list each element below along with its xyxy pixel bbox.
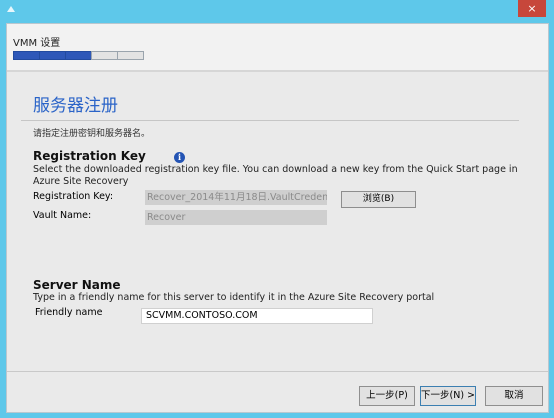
close-button[interactable]: ×: [518, 0, 546, 17]
vault-name-label: Vault Name:: [33, 210, 92, 221]
progress-segment: [117, 51, 144, 60]
setup-window: VMM 设置 服务器注册 请指定注册密钥和服务器名。 Registration …: [6, 23, 549, 413]
page-instruction: 请指定注册密钥和服务器名。: [33, 129, 151, 139]
progress-segment: [91, 51, 118, 60]
header-divider: [7, 70, 548, 72]
step-header: VMM 设置: [7, 24, 548, 70]
registration-key-field: Recover_2014年11月18日.VaultCredentials: [145, 190, 327, 205]
page-title: 服务器注册: [33, 96, 118, 116]
friendly-name-label: Friendly name: [35, 307, 103, 318]
footer-divider: [7, 371, 548, 372]
friendly-name-input[interactable]: SCVMM.CONTOSO.COM: [141, 308, 373, 324]
progress-segment: [65, 51, 92, 60]
vault-name-field: Recover: [145, 210, 327, 225]
progress-segment: [13, 51, 40, 60]
app-icon: [7, 6, 15, 12]
server-name-heading: Server Name: [33, 278, 121, 292]
cancel-button[interactable]: 取消: [485, 386, 543, 406]
info-icon[interactable]: i: [174, 152, 185, 163]
registration-key-description: Select the downloaded registration key f…: [33, 164, 518, 187]
progress-segment: [39, 51, 66, 60]
next-button[interactable]: 下一步(N) >: [420, 386, 476, 406]
back-button[interactable]: 上一步(P): [359, 386, 415, 406]
close-icon: ×: [527, 2, 537, 15]
browse-button[interactable]: 浏览(B): [341, 191, 416, 208]
title-bar: ×: [0, 0, 554, 23]
server-name-description: Type in a friendly name for this server …: [33, 292, 435, 303]
step-title: VMM 设置: [13, 38, 61, 49]
registration-key-label: Registration Key:: [33, 191, 114, 202]
registration-key-heading: Registration Key: [33, 149, 146, 163]
title-divider: [21, 120, 519, 121]
